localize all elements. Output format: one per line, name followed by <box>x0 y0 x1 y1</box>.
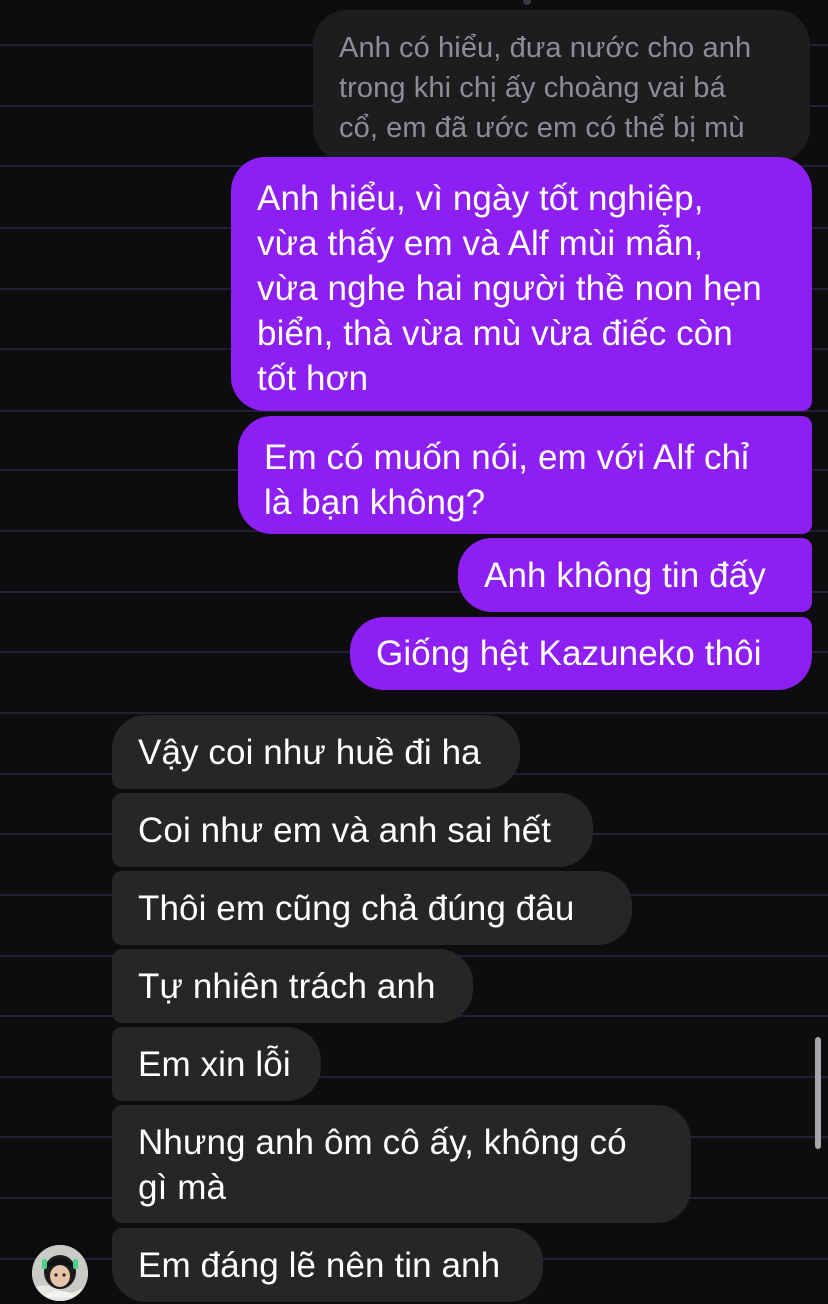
message-text-line: Giống hệt Kazuneko thôi <box>376 634 762 673</box>
message-text-line: Em có muốn nói, em với Alf chỉ <box>264 438 750 477</box>
sent-message-bubble[interactable]: Giống hệt Kazuneko thôi <box>350 617 812 690</box>
message-text-line: tốt hơn <box>257 359 369 398</box>
message-text-line: vừa nghe hai người thề non hẹn <box>257 269 762 308</box>
message-text-line: Coi như em và anh sai hết <box>138 811 552 850</box>
received-message-bubble[interactable]: Tự nhiên trách anh <box>112 949 473 1023</box>
contact-avatar[interactable] <box>32 1245 88 1301</box>
message-text-line: gì mà <box>138 1168 227 1207</box>
quoted-line: cổ, em đã ước em có thể bị mù <box>339 112 745 144</box>
message-text-line: Em đáng lẽ nên tin anh <box>138 1246 501 1285</box>
message-text-line: Thôi em cũng chả đúng đâu <box>138 889 575 928</box>
message-thread[interactable]: Anh có hiểu, đưa nước cho anh trong khi … <box>0 0 828 1304</box>
avatar-photo-icon <box>32 1245 88 1301</box>
received-message-bubble[interactable]: Coi như em và anh sai hết <box>112 793 593 867</box>
message-text-line: Tự nhiên trách anh <box>138 967 436 1006</box>
sent-message-bubble[interactable]: Em có muốn nói, em với Alf chỉ là bạn kh… <box>238 416 812 534</box>
message-text-line: Em xin lỗi <box>138 1045 291 1084</box>
quoted-line: Anh có hiểu, đưa nước cho anh <box>339 32 752 64</box>
vertical-scrollbar[interactable] <box>815 1037 821 1149</box>
received-message-bubble[interactable]: Em xin lỗi <box>112 1027 321 1101</box>
message-text-line: là bạn không? <box>264 483 486 522</box>
message-text-line: biển, thà vừa mù vừa điếc còn <box>257 314 733 353</box>
received-message-bubble[interactable]: Nhưng anh ôm cô ấy, không có gì mà <box>112 1105 691 1223</box>
received-message-bubble[interactable]: Thôi em cũng chả đúng đâu <box>112 871 632 945</box>
received-message-bubble[interactable]: Em đáng lẽ nên tin anh <box>112 1228 543 1302</box>
message-text-line: Vậy coi như huề đi ha <box>138 733 481 772</box>
message-text-line: Anh hiểu, vì ngày tốt nghiệp, <box>257 179 704 218</box>
received-message-bubble[interactable]: Vậy coi như huề đi ha <box>112 715 520 789</box>
quoted-line: trong khi chị ấy choàng vai bá <box>339 72 726 104</box>
sent-message-bubble[interactable]: Anh không tin đấy <box>458 538 812 612</box>
message-text-line: Nhưng anh ôm cô ấy, không có <box>138 1123 627 1162</box>
message-text-line: Anh không tin đấy <box>484 556 766 595</box>
quoted-reply-bubble[interactable]: Anh có hiểu, đưa nước cho anh trong khi … <box>313 10 810 162</box>
sent-message-bubble[interactable]: Anh hiểu, vì ngày tốt nghiệp, vừa thấy e… <box>231 157 812 411</box>
message-text-line: vừa thấy em và Alf mùi mẫn, <box>257 224 704 263</box>
